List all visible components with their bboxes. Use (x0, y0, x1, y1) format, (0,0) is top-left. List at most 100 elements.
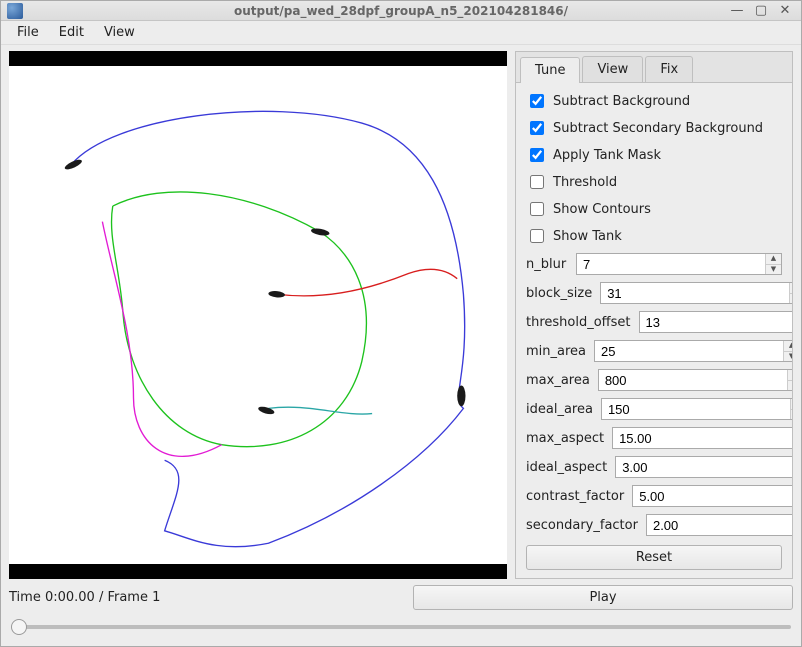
param-label: block_size (526, 286, 592, 301)
check-subtract-background: Subtract Background (526, 91, 782, 111)
spinbox-input[interactable] (640, 312, 792, 332)
param-label: secondary_factor (526, 518, 638, 533)
param-ideal_aspect: ideal_aspect▲▼ (526, 456, 782, 478)
param-max_aspect: max_aspect▲▼ (526, 427, 782, 449)
param-threshold_offset: threshold_offset▲▼ (526, 311, 782, 333)
param-label: min_area (526, 344, 586, 359)
checkbox-subtract-secondary[interactable] (530, 121, 544, 135)
param-label: max_aspect (526, 431, 604, 446)
spinbox-buttons: ▲▼ (765, 254, 781, 274)
param-label: max_area (526, 373, 590, 388)
timeline-row (9, 616, 793, 638)
timeline-slider[interactable] (11, 625, 791, 629)
window-controls: — ▢ ✕ (729, 3, 801, 19)
param-label: contrast_factor (526, 489, 624, 504)
spinbox-input[interactable] (613, 428, 792, 448)
tab-tune[interactable]: Tune (520, 57, 580, 83)
step-down-icon[interactable]: ▼ (788, 381, 792, 391)
tab-bar: Tune View Fix (516, 52, 792, 83)
param-min_area: min_area▲▼ (526, 340, 782, 362)
spinbox-max_area: ▲▼ (598, 369, 792, 391)
checkbox-label: Threshold (553, 175, 617, 190)
menubar: File Edit View (1, 21, 801, 45)
check-apply-tank-mask: Apply Tank Mask (526, 145, 782, 165)
maximize-button[interactable]: ▢ (753, 3, 769, 19)
check-show-tank: Show Tank (526, 226, 782, 246)
spinbox-threshold_offset: ▲▼ (639, 311, 792, 333)
spinbox-input[interactable] (595, 341, 783, 361)
param-label: n_blur (526, 257, 568, 272)
param-label: ideal_area (526, 402, 593, 417)
spinbox-buttons: ▲▼ (787, 370, 792, 390)
viewport-container (9, 51, 507, 579)
spinbox-n_blur: ▲▼ (576, 253, 782, 275)
check-subtract-secondary: Subtract Secondary Background (526, 118, 782, 138)
status-text: Time 0:00.00 / Frame 1 (9, 590, 401, 605)
minimize-button[interactable]: — (729, 3, 745, 19)
param-secondary_factor: secondary_factor▲▼ (526, 514, 782, 536)
step-down-icon[interactable]: ▼ (784, 352, 792, 362)
spinbox-input[interactable] (599, 370, 787, 390)
checkbox-label: Apply Tank Mask (553, 148, 661, 163)
spinbox-min_area: ▲▼ (594, 340, 792, 362)
param-label: threshold_offset (526, 315, 631, 330)
param-max_area: max_area▲▼ (526, 369, 782, 391)
reset-button[interactable]: Reset (526, 545, 782, 570)
menu-view[interactable]: View (94, 21, 145, 44)
checkbox-apply-tank-mask[interactable] (530, 148, 544, 162)
checkbox-threshold[interactable] (530, 175, 544, 189)
checkbox-label: Subtract Secondary Background (553, 121, 763, 136)
spinbox-ideal_aspect: ▲▼ (615, 456, 792, 478)
checkbox-show-contours[interactable] (530, 202, 544, 216)
spinbox-input[interactable] (647, 515, 792, 535)
step-down-icon[interactable]: ▼ (766, 265, 781, 275)
checkbox-subtract-background[interactable] (530, 94, 544, 108)
param-label: ideal_aspect (526, 460, 607, 475)
checkbox-label: Subtract Background (553, 94, 690, 109)
step-down-icon[interactable]: ▼ (790, 294, 792, 304)
spinbox-ideal_area: ▲▼ (601, 398, 792, 420)
step-up-icon[interactable]: ▲ (790, 283, 792, 294)
window-title: output/pa_wed_28dpf_groupA_n5_2021042818… (1, 4, 801, 18)
tab-fix[interactable]: Fix (645, 56, 693, 82)
tracking-canvas (9, 66, 507, 564)
checkbox-show-tank[interactable] (530, 229, 544, 243)
spinbox-contrast_factor: ▲▼ (632, 485, 792, 507)
spinbox-input[interactable] (602, 399, 790, 419)
side-panel: Tune View Fix Subtract Background Subtra… (515, 51, 793, 579)
upper-row: Tune View Fix Subtract Background Subtra… (9, 51, 793, 579)
spinbox-input[interactable] (577, 254, 765, 274)
menu-edit[interactable]: Edit (49, 21, 94, 44)
close-button[interactable]: ✕ (777, 3, 793, 19)
spinbox-buttons: ▲▼ (783, 341, 792, 361)
spinbox-buttons: ▲▼ (789, 283, 792, 303)
fish-marker (457, 386, 465, 407)
spinbox-input[interactable] (633, 486, 792, 506)
param-contrast_factor: contrast_factor▲▼ (526, 485, 782, 507)
app-window: output/pa_wed_28dpf_groupA_n5_2021042818… (0, 0, 802, 647)
spinbox-input[interactable] (601, 283, 789, 303)
spinbox-input[interactable] (616, 457, 792, 477)
step-up-icon[interactable]: ▲ (791, 399, 792, 410)
step-up-icon[interactable]: ▲ (788, 370, 792, 381)
bottom-bar: Time 0:00.00 / Frame 1 Play (9, 585, 793, 610)
checkbox-label: Show Tank (553, 229, 622, 244)
check-threshold: Threshold (526, 172, 782, 192)
tab-view[interactable]: View (582, 56, 643, 82)
titlebar: output/pa_wed_28dpf_groupA_n5_2021042818… (1, 1, 801, 21)
tune-panel: Subtract Background Subtract Secondary B… (516, 83, 792, 578)
check-show-contours: Show Contours (526, 199, 782, 219)
play-button[interactable]: Play (413, 585, 793, 610)
content-area: Tune View Fix Subtract Background Subtra… (1, 45, 801, 646)
spinbox-buttons: ▲▼ (790, 399, 792, 419)
param-n_blur: n_blur ▲▼ (526, 253, 782, 275)
step-down-icon[interactable]: ▼ (791, 410, 792, 420)
param-ideal_area: ideal_area▲▼ (526, 398, 782, 420)
menu-file[interactable]: File (7, 21, 49, 44)
step-up-icon[interactable]: ▲ (784, 341, 792, 352)
video-viewport[interactable] (9, 51, 507, 579)
spinbox-block_size: ▲▼ (600, 282, 792, 304)
step-up-icon[interactable]: ▲ (766, 254, 781, 265)
spinbox-secondary_factor: ▲▼ (646, 514, 792, 536)
app-icon (7, 3, 23, 19)
